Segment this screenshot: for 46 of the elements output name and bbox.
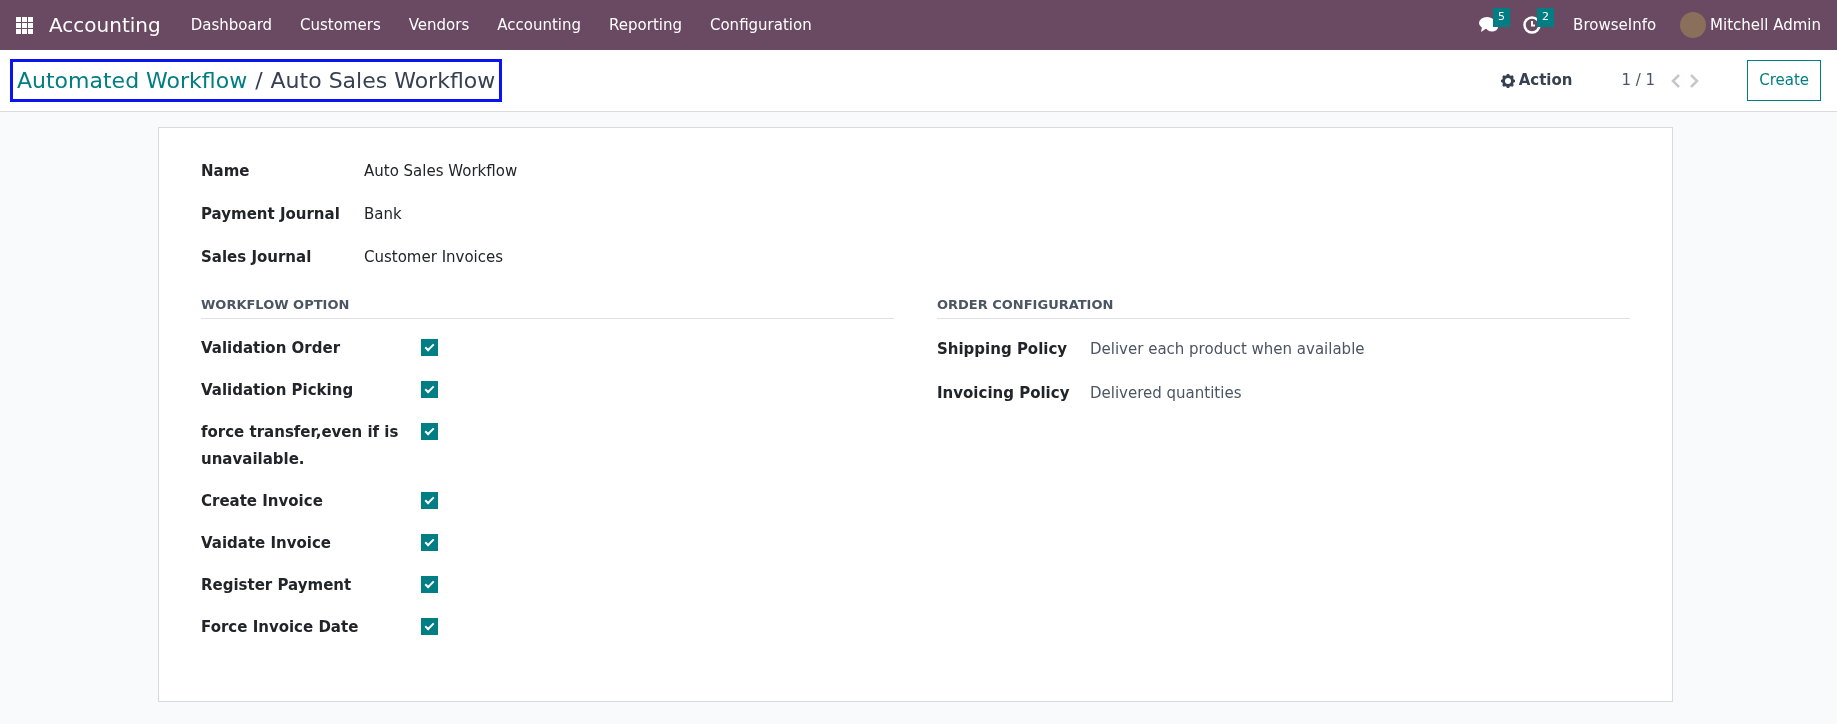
field-value[interactable]: Customer Invoices [364, 244, 504, 271]
section-title: WORKFLOW OPTION [201, 295, 894, 319]
checkbox[interactable] [421, 491, 438, 509]
option-label: Register Payment [201, 574, 353, 596]
action-button[interactable]: Action [1499, 68, 1574, 93]
user-name[interactable]: Mitchell Admin [1710, 13, 1821, 37]
option-label: Create Invoice [201, 490, 324, 512]
breadcrumb-link[interactable]: Automated Workflow [17, 64, 248, 97]
option-label: Force Invoice Date [201, 616, 360, 638]
section-title: ORDER CONFIGURATION [937, 295, 1630, 319]
breadcrumb-current: Auto Sales Workflow [270, 67, 496, 95]
field-value[interactable]: Bank [364, 201, 402, 228]
menu-item[interactable]: Reporting [595, 13, 696, 37]
checkbox[interactable] [421, 380, 438, 398]
option-label: force transfer,even if is unavailable. [201, 421, 400, 470]
menu-item[interactable]: Configuration [695, 13, 826, 37]
field-label: Payment Journal [201, 204, 341, 225]
field-label: Name [201, 161, 251, 182]
field-label: Shipping Policy [937, 338, 1069, 360]
apps-menu-icon[interactable] [16, 16, 33, 34]
breadcrumb-separator: / [255, 67, 263, 95]
checkbox[interactable] [421, 575, 438, 593]
pager-value: 1 / 1 [1621, 70, 1656, 92]
create-button[interactable]: Create [1747, 60, 1821, 101]
menu-item[interactable]: Customers [286, 13, 395, 37]
activity-count: 2 [1537, 8, 1555, 27]
company-name[interactable]: BrowseInfo [1573, 13, 1657, 37]
checkbox[interactable] [421, 617, 438, 635]
field-value[interactable]: Deliver each product when available [1090, 334, 1365, 364]
message-count: 5 [1493, 8, 1511, 27]
field-value[interactable]: Auto Sales Workflow [364, 158, 518, 185]
gear-icon [1500, 73, 1515, 88]
clock-icon[interactable] [1523, 16, 1542, 34]
menu-item[interactable]: Dashboard [176, 13, 287, 37]
field-label: Sales Journal [201, 247, 313, 268]
option-label: Validation Picking [201, 379, 355, 401]
menu-item[interactable]: Accounting [483, 13, 596, 37]
checkbox[interactable] [421, 338, 438, 356]
field-value[interactable]: Delivered quantities [1090, 378, 1242, 408]
field-label: Invoicing Policy [937, 382, 1071, 404]
menu-item[interactable]: Vendors [394, 13, 484, 37]
option-label: Validation Order [201, 337, 342, 359]
checkbox[interactable] [421, 422, 438, 440]
checkbox[interactable] [421, 533, 438, 551]
option-label: Vaidate Invoice [201, 532, 333, 554]
app-name[interactable]: Accounting [49, 10, 161, 40]
